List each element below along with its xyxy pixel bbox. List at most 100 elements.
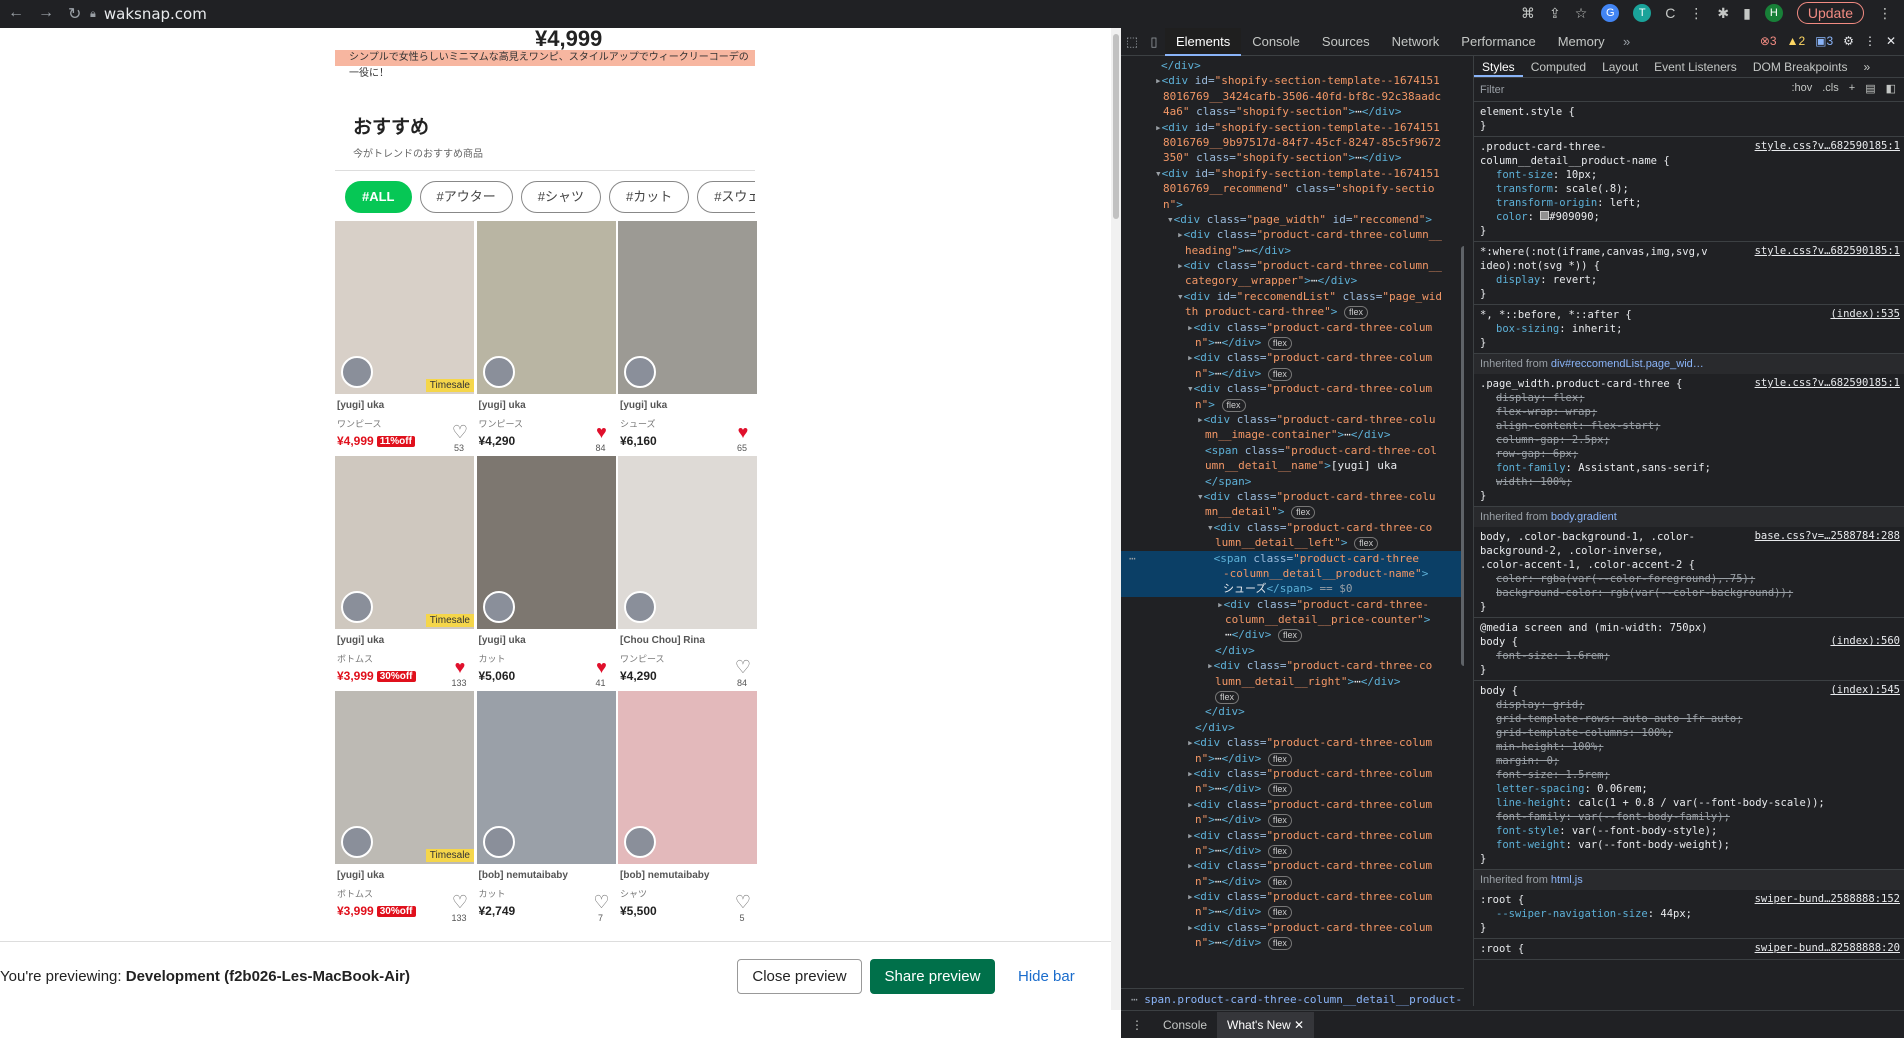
extension-icon[interactable]: C	[1665, 5, 1675, 21]
update-button[interactable]: Update	[1796, 2, 1864, 24]
extension-icon[interactable]: T	[1633, 4, 1652, 22]
puzzle-icon[interactable]: ✱	[1717, 5, 1729, 22]
product-photo[interactable]	[476, 456, 616, 629]
product-photo[interactable]: Timesale	[335, 691, 474, 864]
warning-count[interactable]: ▲2	[1787, 34, 1806, 48]
tab-network[interactable]: Network	[1381, 28, 1451, 56]
settings-gear-icon[interactable]: ⚙	[1843, 34, 1854, 48]
tab-layout[interactable]: Layout	[1594, 56, 1646, 77]
product-shop-name[interactable]: [yugi] uka	[479, 400, 616, 411]
product-card[interactable]: Timesale [yugi] uka ワンピース ¥4,999 11%off ♡ 53	[335, 221, 474, 456]
product-shop-name[interactable]: [Chou Chou] Rina	[620, 635, 757, 646]
sidepanel-icon[interactable]: ▮	[1743, 5, 1751, 22]
tab-dom-breakpoints[interactable]: DOM Breakpoints	[1745, 56, 1856, 77]
more-tabs-icon[interactable]: »	[1616, 34, 1638, 49]
tab-event-listeners[interactable]: Event Listeners	[1646, 56, 1745, 77]
share-preview-button[interactable]: Share preview	[870, 959, 995, 994]
styles-filter[interactable]: Filter :hov .cls + ▤ ◧	[1474, 78, 1904, 102]
heart-icon[interactable]: ♥	[450, 658, 470, 676]
tab-sources[interactable]: Sources	[1311, 28, 1381, 56]
filter-input[interactable]: Filter	[1480, 84, 1504, 96]
tab-console[interactable]: Console	[1241, 28, 1311, 56]
close-preview-button[interactable]: Close preview	[737, 959, 862, 994]
tag-cut[interactable]: #カット	[608, 181, 690, 213]
reload-icon[interactable]: ↻	[68, 4, 81, 24]
heart-icon[interactable]: ♡	[450, 423, 470, 441]
color-format-icon[interactable]: ▤	[1865, 82, 1875, 95]
tab-elements[interactable]: Elements	[1165, 27, 1242, 56]
product-photo[interactable]	[476, 221, 616, 394]
avatar[interactable]	[624, 826, 656, 858]
product-card[interactable]: [yugi] uka カット ¥5,060 ♥ 41	[476, 456, 616, 691]
product-card[interactable]: [bob] nemutaibaby シャツ ¥5,500 ♡ 5	[618, 691, 757, 926]
product-card[interactable]: [Chou Chou] Rina ワンピース ¥4,290 ♡ 84	[618, 456, 757, 691]
product-shop-name[interactable]: [bob] nemutaibaby	[620, 870, 757, 881]
product-card[interactable]: Timesale [yugi] uka ボトムス ¥3,999 30%off ♥ 133	[335, 456, 474, 691]
heart-icon[interactable]: ♡	[733, 658, 753, 676]
sidebar-toggle-icon[interactable]: ◧	[1886, 82, 1896, 95]
tag-shirt[interactable]: #シャツ	[520, 181, 601, 213]
address-bar[interactable]: 🔒︎ waksnap.com	[90, 3, 1490, 25]
add-rule-icon[interactable]: +	[1849, 82, 1855, 95]
heart-icon[interactable]: ♥	[733, 423, 753, 441]
heart-icon[interactable]: ♥	[592, 658, 612, 676]
tab-performance[interactable]: Performance	[1450, 28, 1546, 56]
tab-computed[interactable]: Computed	[1523, 56, 1594, 77]
product-shop-name[interactable]: [bob] nemutaibaby	[479, 870, 616, 881]
cls-toggle[interactable]: .cls	[1822, 82, 1839, 95]
share-icon[interactable]: ⇪	[1549, 5, 1561, 22]
drawer-tab-console[interactable]: Console	[1153, 1012, 1217, 1038]
product-card[interactable]: [bob] nemutaibaby カット ¥2,749 ♡ 7	[476, 691, 616, 926]
product-photo[interactable]	[618, 456, 757, 629]
product-card[interactable]: Timesale [yugi] uka ボトムス ¥3,999 30%off ♡ 133	[335, 691, 474, 926]
tab-memory[interactable]: Memory	[1547, 28, 1616, 56]
device-toggle-icon[interactable]: ▯	[1143, 34, 1165, 50]
product-card[interactable]: [yugi] uka シューズ ¥6,160 ♥ 65	[618, 221, 757, 456]
avatar[interactable]	[341, 826, 373, 858]
drawer-tab-whats-new[interactable]: What's New ✕	[1217, 1011, 1315, 1038]
back-icon[interactable]: ←	[8, 4, 24, 24]
avatar[interactable]	[482, 356, 515, 388]
heart-icon[interactable]: ♡	[733, 893, 753, 911]
avatar[interactable]	[624, 591, 656, 623]
info-count[interactable]: ▣3	[1815, 34, 1833, 48]
tag-sweat[interactable]: #スウェット	[697, 181, 755, 213]
translate-icon[interactable]: ⌘	[1521, 5, 1535, 22]
heart-icon[interactable]: ♥	[592, 423, 612, 441]
hov-toggle[interactable]: :hov	[1791, 82, 1812, 95]
product-shop-name[interactable]: [yugi] uka	[620, 400, 757, 411]
avatar[interactable]	[341, 356, 373, 388]
product-shop-name[interactable]: [yugi] uka	[337, 635, 474, 646]
inspect-icon[interactable]: ⬚	[1121, 34, 1143, 50]
product-photo[interactable]: Timesale	[335, 221, 474, 394]
tag-all[interactable]: #ALL	[345, 181, 412, 213]
product-photo[interactable]	[618, 691, 757, 864]
forward-icon[interactable]: →	[38, 4, 54, 24]
close-icon[interactable]: ✕	[1886, 34, 1896, 48]
avatar[interactable]	[341, 591, 373, 623]
hide-bar-link[interactable]: Hide bar	[1018, 959, 1075, 994]
avatar[interactable]	[482, 826, 515, 858]
product-shop-name[interactable]: [yugi] uka	[337, 870, 474, 881]
bookmark-star-icon[interactable]: ☆	[1575, 5, 1588, 22]
more-tabs-icon[interactable]: »	[1856, 56, 1879, 77]
extension-icon[interactable]: ⋮	[1689, 5, 1703, 22]
tag-outer[interactable]: #アウター	[419, 181, 513, 213]
product-photo[interactable]	[476, 691, 616, 864]
product-card[interactable]: [yugi] uka ワンピース ¥4,290 ♥ 84	[476, 221, 616, 456]
kebab-menu-icon[interactable]: ⋮	[1878, 5, 1892, 22]
product-photo[interactable]	[618, 221, 757, 394]
avatar[interactable]	[624, 356, 656, 388]
error-count[interactable]: ⊗3	[1760, 34, 1777, 48]
product-shop-name[interactable]: [yugi] uka	[479, 635, 616, 646]
elements-scrollbar[interactable]	[1461, 246, 1464, 666]
tab-styles[interactable]: Styles	[1474, 56, 1523, 77]
kebab-menu-icon[interactable]: ⋮	[1864, 34, 1876, 48]
avatar[interactable]: H	[1764, 4, 1783, 22]
product-shop-name[interactable]: [yugi] uka	[337, 400, 474, 411]
heart-icon[interactable]: ♡	[450, 893, 470, 911]
page-scrollbar[interactable]	[1111, 28, 1121, 1010]
dom-breadcrumb[interactable]: ⋯ span.product-card-three-column__detail…	[1121, 988, 1464, 1028]
avatar[interactable]	[482, 591, 515, 623]
product-photo[interactable]: Timesale	[335, 456, 474, 629]
